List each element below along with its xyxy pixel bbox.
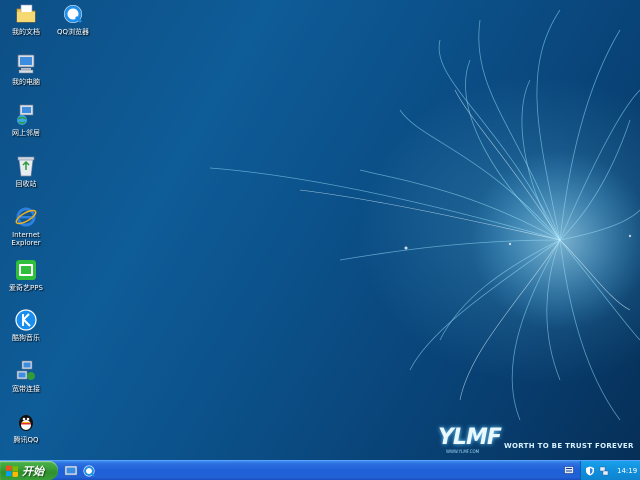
clock[interactable]: 14:19 — [617, 467, 637, 475]
my-computer-icon — [17, 54, 35, 74]
desktop-icon-my-computer[interactable]: 我的电脑 — [0, 52, 52, 86]
desktop-icon-label: Internet Explorer — [11, 231, 41, 247]
wallpaper-art — [209, 9, 640, 421]
desktop-icon-label: QQ浏览器 — [56, 28, 90, 36]
start-button[interactable]: 开始 — [0, 461, 58, 480]
desktop-icon-iqiyi-pps[interactable]: 爱奇艺PPS — [0, 258, 52, 292]
wallpaper-brand: YLMF WORTH TO BE TRUST FOREVER WWW.YLMF.… — [438, 425, 638, 457]
desktop-icon-broadband-connection[interactable]: 宽带连接 — [0, 359, 52, 393]
desktop-icon-label: 酷狗音乐 — [12, 334, 40, 342]
show-desktop-icon[interactable] — [64, 464, 78, 478]
desktop-icon-label: 腾讯QQ — [13, 436, 39, 444]
iqiyi-pps-icon — [16, 260, 36, 280]
network-places-icon — [17, 104, 34, 125]
keyboard-language-icon[interactable] — [564, 466, 574, 474]
brand-url: WWW.YLMF.COM — [446, 449, 480, 454]
brand-tagline: WORTH TO BE TRUST FOREVER — [504, 442, 634, 450]
desktop-icon-tencent-qq[interactable]: 腾讯QQ — [0, 410, 52, 444]
desktop: 我的文档 QQ浏览器 我的电脑 网上邻居 回收站 Internet Explor… — [0, 0, 640, 460]
broadband-connection-icon — [16, 360, 35, 380]
desktop-icon-label: 网上邻居 — [12, 129, 40, 137]
desktop-icon-my-documents[interactable]: 我的文档 — [0, 2, 52, 36]
desktop-icon-label: 爱奇艺PPS — [9, 284, 43, 292]
desktop-icon-qq-browser[interactable]: QQ浏览器 — [47, 2, 99, 36]
my-documents-icon — [16, 4, 36, 23]
kugou-music-icon — [15, 309, 37, 331]
desktop-icon-label: 我的文档 — [12, 28, 40, 36]
windows-flag-icon — [6, 465, 18, 477]
tencent-qq-icon — [19, 415, 33, 431]
qq-browser-icon[interactable] — [82, 464, 96, 478]
internet-explorer-icon — [15, 207, 37, 227]
quick-launch-bar — [64, 463, 96, 478]
desktop-icon-internet-explorer[interactable]: Internet Explorer — [0, 205, 52, 247]
desktop-icon-network-places[interactable]: 网上邻居 — [0, 103, 52, 137]
system-tray: 14:19 — [580, 461, 640, 480]
start-label: 开始 — [22, 464, 44, 478]
brand-logo: YLMF — [438, 425, 502, 450]
desktop-icon-label: 我的电脑 — [12, 78, 40, 86]
recycle-bin-icon — [17, 156, 35, 177]
network-icon[interactable] — [599, 466, 609, 476]
desktop-icon-kugou-music[interactable]: 酷狗音乐 — [0, 308, 52, 342]
desktop-icon-label: 回收站 — [15, 180, 37, 188]
desktop-icon-recycle-bin[interactable]: 回收站 — [0, 154, 52, 188]
taskbar: 开始 14:19 — [0, 460, 640, 480]
security-shield-icon[interactable] — [585, 466, 595, 476]
desktop-icon-label: 宽带连接 — [12, 385, 40, 393]
qq-browser-icon — [64, 5, 83, 24]
